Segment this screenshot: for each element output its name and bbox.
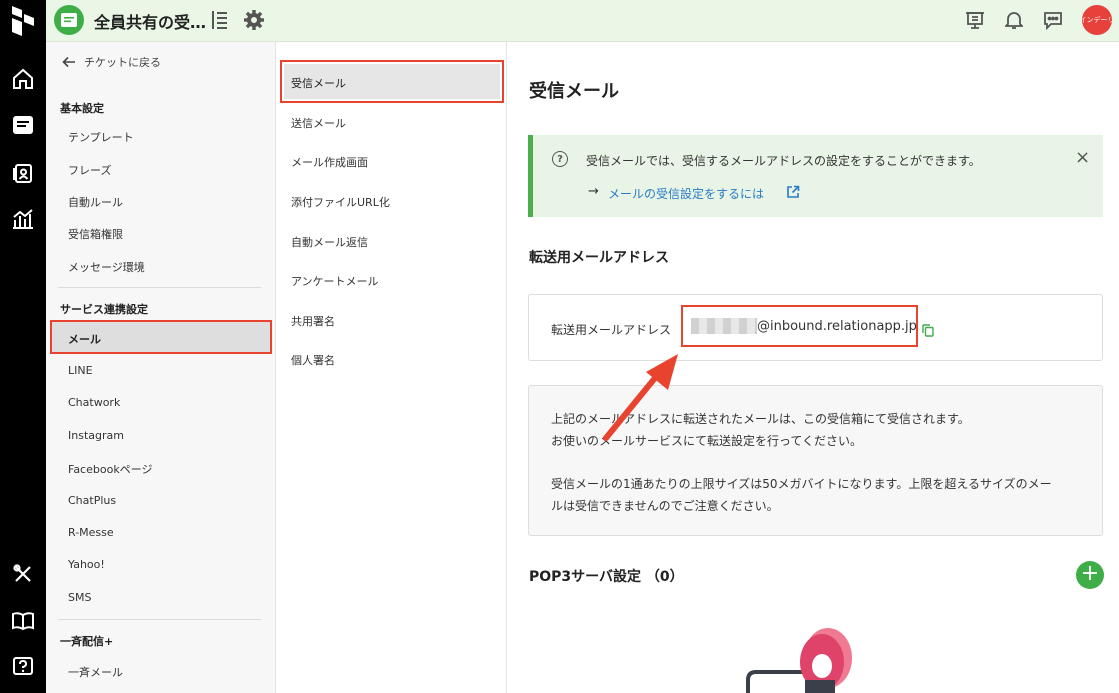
inbox-title[interactable]: 全員共有の受… [94, 9, 206, 33]
settings-sidebar: チケットに戻る 基本設定 テンプレート フレーズ 自動ルール 受信箱権限 メッセ… [46, 42, 276, 693]
sidebar-item-r-messe[interactable]: R-Messe [68, 526, 114, 539]
home-icon[interactable] [10, 66, 36, 92]
add-pop3-button[interactable]: + [1076, 561, 1104, 589]
submenu-item-attachment-url[interactable]: 添付ファイルURL化 [291, 194, 390, 210]
submenu-item-survey-mail[interactable]: アンケートメール [291, 273, 379, 289]
sidebar-item-message-env[interactable]: メッセージ環境 [68, 259, 145, 275]
info-message: 受信メールでは、受信するメールアドレスの設定をすることができます。 [586, 154, 981, 168]
close-banner-button[interactable]: × [1075, 149, 1090, 167]
list-view-icon[interactable] [206, 7, 232, 33]
sidebar-item-mail-label: メール [68, 333, 101, 346]
sidebar-item-mail[interactable]: メール [50, 320, 272, 354]
sidebar-item-facebook[interactable]: Facebookページ [68, 461, 152, 477]
sidebar-item-template[interactable]: テンプレート [68, 129, 134, 145]
pop3-section-title: POP3サーバ設定 （0） [529, 569, 684, 585]
sidebar-item-auto-rules[interactable]: 自動ルール [68, 194, 123, 210]
question-icon: ? [552, 151, 568, 167]
sidebar-item-yahoo[interactable]: Yahoo! [68, 558, 105, 571]
mail-submenu: 受信メール 送信メール メール作成画面 添付ファイルURL化 自動メール返信 ア… [276, 42, 507, 693]
bell-icon[interactable] [1001, 7, 1027, 33]
back-label: チケットに戻る [84, 56, 161, 69]
info-banner: ? 受信メールでは、受信するメールアドレスの設定をすることができます。 → メー… [528, 135, 1103, 217]
copy-icon[interactable] [922, 324, 934, 340]
sidebar-item-inbox-permissions[interactable]: 受信箱権限 [68, 226, 123, 242]
app-logo-icon[interactable] [8, 4, 38, 38]
forward-address-section-title: 転送用メールアドレス [529, 250, 669, 266]
section-service-integration: サービス連携設定 [60, 303, 148, 316]
section-basic-settings: 基本設定 [60, 102, 104, 115]
empty-state-illustration [746, 628, 852, 693]
announcement-icon[interactable] [962, 7, 988, 33]
sidebar-item-phrase[interactable]: フレーズ [68, 162, 111, 178]
forward-address-label: 転送用メールアドレス [551, 323, 672, 337]
submenu-item-outbound-mail[interactable]: 送信メール [291, 115, 346, 131]
inbox-badge-icon[interactable] [54, 5, 84, 35]
forward-address-value[interactable]: @inbound.relationapp.jp [681, 305, 918, 347]
submenu-item-auto-reply[interactable]: 自動メール返信 [291, 234, 368, 250]
divider [58, 619, 261, 620]
help-icon[interactable] [10, 654, 36, 680]
forward-address-domain: @inbound.relationapp.jp [757, 319, 917, 334]
inbox-icon[interactable] [10, 113, 36, 139]
submenu-item-inbound-mail[interactable]: 受信メール [280, 60, 504, 103]
back-to-tickets-link[interactable]: チケットに戻る [62, 54, 161, 70]
note-line: 受信メールの1通あたりの上限サイズは50メガバイトになります。上限を超えるサイズ… [551, 477, 1052, 491]
book-icon[interactable] [10, 608, 36, 634]
annotation-arrow-icon [603, 354, 678, 441]
redacted-local-part [691, 318, 757, 334]
submenu-item-personal-signature[interactable]: 個人署名 [291, 352, 335, 368]
sidebar-item-chatwork[interactable]: Chatwork [68, 396, 120, 409]
chat-icon[interactable] [1040, 7, 1066, 33]
tools-icon[interactable] [10, 561, 36, 587]
user-avatar[interactable]: インデーリ [1082, 5, 1112, 35]
submenu-item-inbound-mail-label: 受信メール [291, 77, 346, 90]
arrow-left-icon [62, 56, 75, 68]
note-line: ルは受信できませんのでご注意ください。 [551, 499, 779, 513]
sidebar-item-broadcast-mail[interactable]: 一斉メール [68, 664, 123, 680]
top-bar: 全員共有の受… インデーリ [46, 0, 1119, 42]
analytics-icon[interactable] [10, 206, 36, 232]
submenu-item-compose-screen[interactable]: メール作成画面 [291, 154, 368, 170]
receive-settings-help-link[interactable]: メールの受信設定をするには [608, 185, 764, 202]
section-broadcast: 一斉配信+ [60, 635, 114, 648]
note-line: お使いのメールサービスにて転送設定を行ってください。 [551, 434, 863, 448]
submenu-item-shared-signature[interactable]: 共用署名 [291, 313, 335, 329]
sidebar-item-chatplus[interactable]: ChatPlus [68, 494, 116, 507]
contacts-icon[interactable] [10, 160, 36, 186]
external-link-icon[interactable] [786, 185, 800, 202]
app-rail [0, 0, 46, 693]
arrow-right-icon: → [588, 184, 599, 199]
sidebar-item-instagram[interactable]: Instagram [68, 429, 124, 442]
divider [58, 287, 261, 288]
gear-icon[interactable] [241, 7, 267, 33]
sidebar-item-line[interactable]: LINE [68, 364, 93, 377]
page-title: 受信メール [529, 81, 619, 102]
sidebar-item-sms[interactable]: SMS [68, 591, 91, 604]
